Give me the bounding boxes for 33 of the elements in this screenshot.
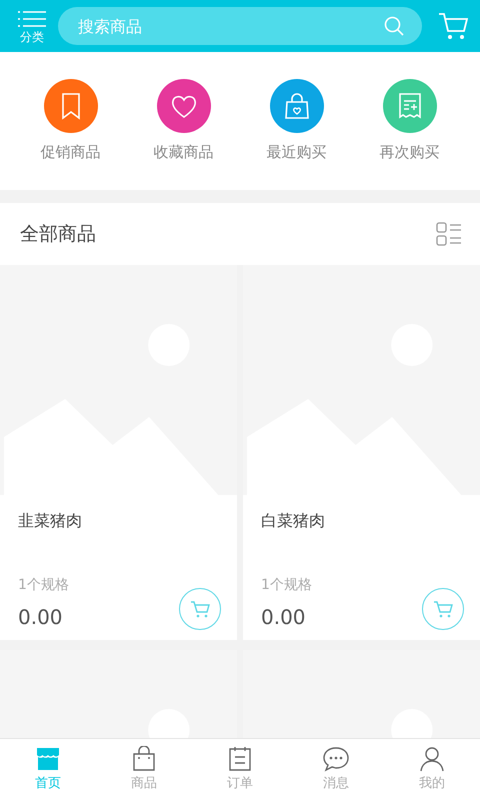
shortcut-button[interactable]: 收藏商品 xyxy=(138,78,228,164)
add-to-cart-button[interactable] xyxy=(179,588,221,630)
add-to-cart-button[interactable] xyxy=(422,588,464,630)
shortcut-button[interactable]: 最近购买 xyxy=(252,78,342,164)
section-title: 全部商品 xyxy=(20,222,96,247)
shortcut-button[interactable]: 促销商品 xyxy=(26,78,116,164)
product-spec: 1个规格 xyxy=(18,576,69,595)
view-toggle-button[interactable] xyxy=(436,222,462,246)
tab-button[interactable]: 我的 xyxy=(384,739,480,800)
tab-button[interactable]: 商品 xyxy=(96,739,192,800)
clipboard-icon xyxy=(227,746,253,772)
shopping-bag-icon xyxy=(131,746,157,772)
cart-icon xyxy=(190,600,210,618)
chat-bubble-icon xyxy=(323,746,349,772)
product-price: 0.00 xyxy=(18,604,63,631)
store-icon xyxy=(35,746,61,772)
shortcut-button[interactable]: 再次购买 xyxy=(364,78,454,164)
person-icon xyxy=(419,746,445,772)
product-spec: 1个规格 xyxy=(261,576,312,595)
cart-icon xyxy=(433,600,453,618)
menu-icon xyxy=(18,10,46,28)
tab-button[interactable]: 首页 xyxy=(0,739,96,800)
search-icon xyxy=(384,16,404,36)
search-field[interactable]: 搜索商品 xyxy=(58,7,422,45)
product-name: 白菜猪肉 xyxy=(261,510,326,532)
tab-button[interactable]: 订单 xyxy=(192,739,288,800)
tab-button[interactable]: 消息 xyxy=(288,739,384,800)
product-name: 韭菜猪肉 xyxy=(18,510,83,532)
category-button[interactable]: 分类 xyxy=(16,10,48,42)
cart-icon xyxy=(438,12,468,40)
list-view-icon xyxy=(436,222,462,246)
cart-button[interactable] xyxy=(438,12,468,40)
product-price: 0.00 xyxy=(261,604,306,631)
